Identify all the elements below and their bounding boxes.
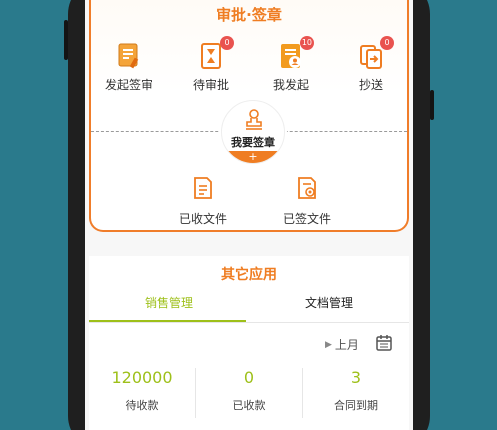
tab-sales-management[interactable]: 销售管理 — [89, 294, 249, 311]
cc-label: 抄送 — [358, 78, 383, 92]
hourglass-document-icon: 0 — [197, 36, 234, 70]
cc-button[interactable]: 0 抄送 — [331, 36, 411, 93]
received-files-button[interactable]: 已收文件 — [163, 176, 243, 227]
initiated-badge: 10 — [299, 36, 314, 50]
approval-title: 审批·签章 — [216, 6, 282, 24]
sign-seal-button[interactable]: 我要签章 + — [221, 100, 285, 164]
copy-forward-icon: 0 — [357, 36, 394, 70]
play-arrow-icon: ▶ — [325, 339, 332, 350]
calendar-icon[interactable] — [375, 334, 393, 352]
cc-badge: 0 — [380, 36, 394, 50]
my-initiated-button[interactable]: 10 我发起 — [251, 36, 331, 93]
phone-volume-button — [64, 20, 68, 60]
received-file-icon — [194, 177, 212, 199]
document-user-icon: 10 — [277, 36, 314, 70]
period-label: 上月 — [334, 338, 359, 352]
sign-seal-label: 我要签章 — [231, 136, 275, 149]
stat-contract-expiry-label: 合同到期 — [334, 399, 378, 412]
signed-file-icon — [298, 177, 316, 199]
app-screen: 审批·签章 发起签审 0 待审批 10 我发起 0 抄送 我要签章 + 已收文件… — [85, 0, 413, 430]
stat-receivable-value: 120000 — [111, 368, 173, 387]
stat-receivable[interactable]: 120000 待收款 — [89, 368, 195, 413]
other-apps-section: 其它应用 销售管理 文档管理 ▶ 上月 120000 待收款 0 已收款 3 合… — [89, 256, 409, 430]
stat-contract-expiry-value: 3 — [350, 368, 362, 387]
pending-badge: 0 — [220, 36, 234, 50]
approval-toolbar: 发起签审 0 待审批 10 我发起 0 抄送 — [89, 36, 407, 102]
pending-approval-button[interactable]: 0 待审批 — [171, 36, 251, 93]
approval-card: 审批·签章 发起签审 0 待审批 10 我发起 0 抄送 我要签章 + 已收文件… — [89, 0, 409, 232]
stat-receivable-label: 待收款 — [125, 399, 159, 412]
phone-power-button — [430, 90, 434, 120]
other-apps-title: 其它应用 — [221, 267, 277, 283]
tab-document-management[interactable]: 文档管理 — [249, 294, 409, 311]
initiate-approval-label: 发起签审 — [104, 78, 153, 92]
stamp-icon — [246, 109, 262, 130]
tab-separator — [89, 322, 409, 323]
plus-icon: + — [222, 151, 284, 163]
period-selector[interactable]: ▶ 上月 — [325, 336, 359, 353]
stat-contract-expiry[interactable]: 3 合同到期 — [303, 368, 409, 413]
signed-files-button[interactable]: 已签文件 — [267, 176, 347, 227]
signed-files-label: 已签文件 — [282, 212, 331, 226]
document-pen-icon — [115, 42, 143, 70]
stat-received-label: 已收款 — [232, 399, 266, 412]
pending-approval-label: 待审批 — [192, 78, 229, 92]
my-initiated-label: 我发起 — [272, 78, 309, 92]
stat-received-value: 0 — [243, 368, 255, 387]
stat-received[interactable]: 0 已收款 — [196, 368, 302, 413]
initiate-approval-button[interactable]: 发起签审 — [89, 42, 169, 93]
received-files-label: 已收文件 — [178, 212, 227, 226]
